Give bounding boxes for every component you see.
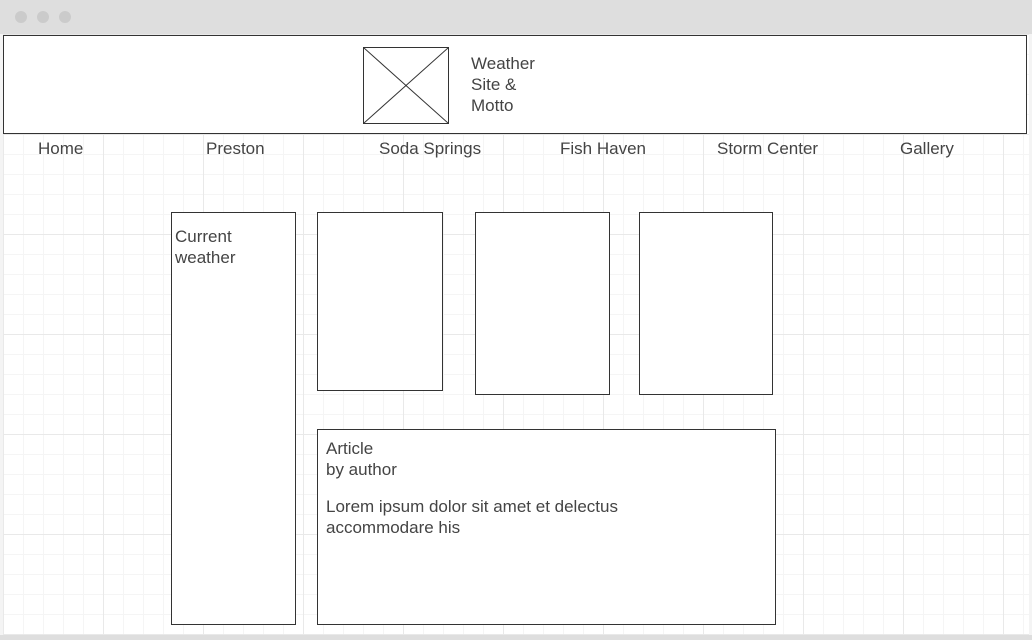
window-bottom-edge <box>0 635 1032 640</box>
current-weather-label: Current weather <box>175 227 236 267</box>
current-weather-panel: Current weather <box>171 212 296 625</box>
window-maximize-dot[interactable] <box>59 11 71 23</box>
nav-item-soda-springs[interactable]: Soda Springs <box>379 139 481 159</box>
image-placeholder-icon <box>363 47 449 124</box>
site-header: Weather Site & Motto <box>3 35 1027 134</box>
logo-placeholder-graphic <box>364 48 448 123</box>
window-minimize-dot[interactable] <box>37 11 49 23</box>
nav-item-gallery[interactable]: Gallery <box>900 139 954 159</box>
window-titlebar <box>0 0 1032 34</box>
browser-window: Weather Site & Motto Home Preston Soda S… <box>0 0 1032 640</box>
article-byline: by author <box>326 460 397 479</box>
nav-item-fish-haven[interactable]: Fish Haven <box>560 139 646 159</box>
article-panel: Article by author Lorem ipsum dolor sit … <box>317 429 776 625</box>
nav-item-home[interactable]: Home <box>38 139 83 159</box>
content-card-1 <box>317 212 443 391</box>
nav-item-preston[interactable]: Preston <box>206 139 265 159</box>
content-card-3 <box>639 212 773 395</box>
site-title: Weather Site & Motto <box>471 54 535 115</box>
article-body: Lorem ipsum dolor sit amet et delectus a… <box>326 497 618 537</box>
nav-item-storm-center[interactable]: Storm Center <box>717 139 818 159</box>
content-card-2 <box>475 212 610 395</box>
article-title: Article <box>326 439 374 458</box>
window-close-dot[interactable] <box>15 11 27 23</box>
